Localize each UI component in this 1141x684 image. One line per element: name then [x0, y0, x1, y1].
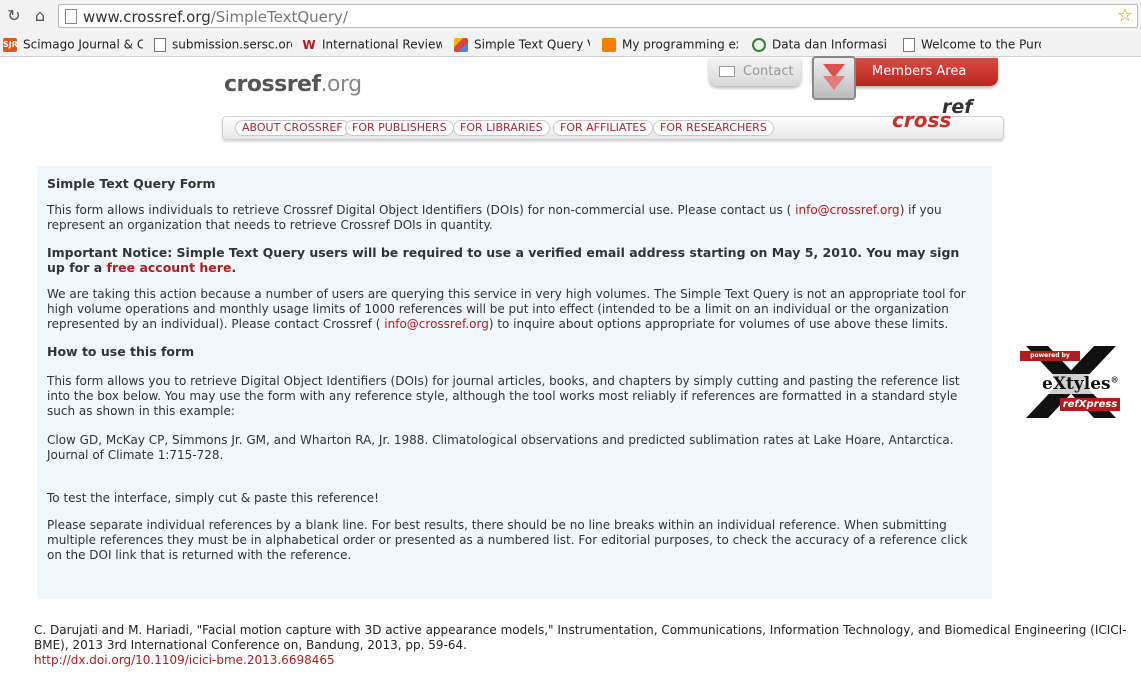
howto-heading: How to use this form [47, 344, 195, 359]
content-panel: Simple Text Query Form This form allows … [37, 166, 992, 599]
crossref-brand-logo: ref cross [892, 96, 973, 132]
main-nav: ABOUT CROSSREF FOR PUBLISHERS FOR LIBRAR… [222, 116, 1004, 140]
extyles-badge[interactable]: powered by eXtyles® refXpress [1020, 346, 1120, 418]
page-icon [65, 9, 77, 24]
sjr-icon: SJR [3, 37, 18, 52]
reload-icon[interactable]: ↻ [4, 6, 24, 26]
bookmark-simple-text-query[interactable]: Simple Text Query Ver [454, 37, 590, 53]
separation-instructions: Please separate individual references by… [47, 518, 968, 562]
nav-for-researchers[interactable]: FOR RESEARCHERS [653, 120, 774, 136]
crossref-logo[interactable]: crossref.org [224, 72, 362, 97]
test-instruction: To test the interface, simply cut & past… [47, 491, 379, 505]
bookmark-sersc[interactable]: submission.sersc.org/i [154, 37, 292, 53]
url-text: www.crossref.org/SimpleTextQuery/ [83, 8, 348, 26]
members-area-label: Members Area [872, 64, 967, 79]
doi-link[interactable]: http://dx.doi.org/10.1109/icici-bme.2013… [34, 653, 335, 667]
citation-text: C. Darujati and M. Hariadi, "Facial moti… [34, 623, 1127, 667]
contact-email-link[interactable]: info@crossref.org [795, 203, 900, 217]
contact-label: Contact [743, 64, 794, 79]
page-icon [903, 37, 915, 52]
intro-paragraph: This form allows individuals to retrieve… [47, 203, 942, 232]
bookmark-international-review[interactable]: WInternational Review c [302, 37, 442, 53]
nav-for-publishers[interactable]: FOR PUBLISHERS [345, 120, 454, 136]
members-download-icon[interactable] [812, 56, 856, 100]
nav-for-affiliates[interactable]: FOR AFFILIATES [553, 120, 654, 136]
example-reference: Clow GD, McKay CP, Simmons Jr. GM, and W… [47, 433, 954, 462]
nav-for-libraries[interactable]: FOR LIBRARIES [453, 120, 550, 136]
contact-email-link-2[interactable]: info@crossref.org [384, 317, 489, 331]
free-account-link[interactable]: free account here [107, 260, 232, 275]
globe-icon [752, 37, 766, 52]
bookmark-programming[interactable]: My programming exp [602, 37, 738, 53]
nav-about-crossref[interactable]: ABOUT CROSSREF [235, 120, 350, 136]
usage-limits-paragraph: We are taking this action because a numb… [47, 287, 966, 331]
bookmark-data-informasi[interactable]: Data dan Informasi U [752, 37, 888, 53]
howto-paragraph: This form allows you to retrieve Digital… [47, 374, 960, 418]
page-icon [154, 37, 166, 52]
w-icon: W [302, 37, 316, 52]
bookmarks-bar: SJR Scimago Journal & Co submission.sersc… [0, 34, 1141, 57]
powered-by-label: powered by [1020, 351, 1080, 361]
blogger-icon [602, 37, 616, 52]
contact-button[interactable]: Contact [709, 58, 801, 86]
home-icon[interactable]: ⌂ [30, 6, 50, 26]
bookmark-scimago[interactable]: SJR Scimago Journal & Co [3, 37, 143, 53]
page-title: Simple Text Query Form [47, 176, 216, 191]
bookmark-star-icon[interactable]: ☆ [1117, 5, 1133, 26]
important-notice: Important Notice: Simple Text Query user… [47, 245, 960, 275]
refxpress-label: refXpress [1060, 398, 1120, 411]
address-bar[interactable]: www.crossref.org/SimpleTextQuery/ ☆ [58, 4, 1138, 28]
extyles-label: eXtyles® [1042, 374, 1119, 394]
bookmark-purdue[interactable]: Welcome to the Purdu [903, 37, 1041, 53]
stack-icon [454, 37, 468, 52]
mail-icon [719, 66, 735, 77]
browser-toolbar: ↻ ⌂ www.crossref.org/SimpleTextQuery/ ☆ [0, 0, 1141, 34]
